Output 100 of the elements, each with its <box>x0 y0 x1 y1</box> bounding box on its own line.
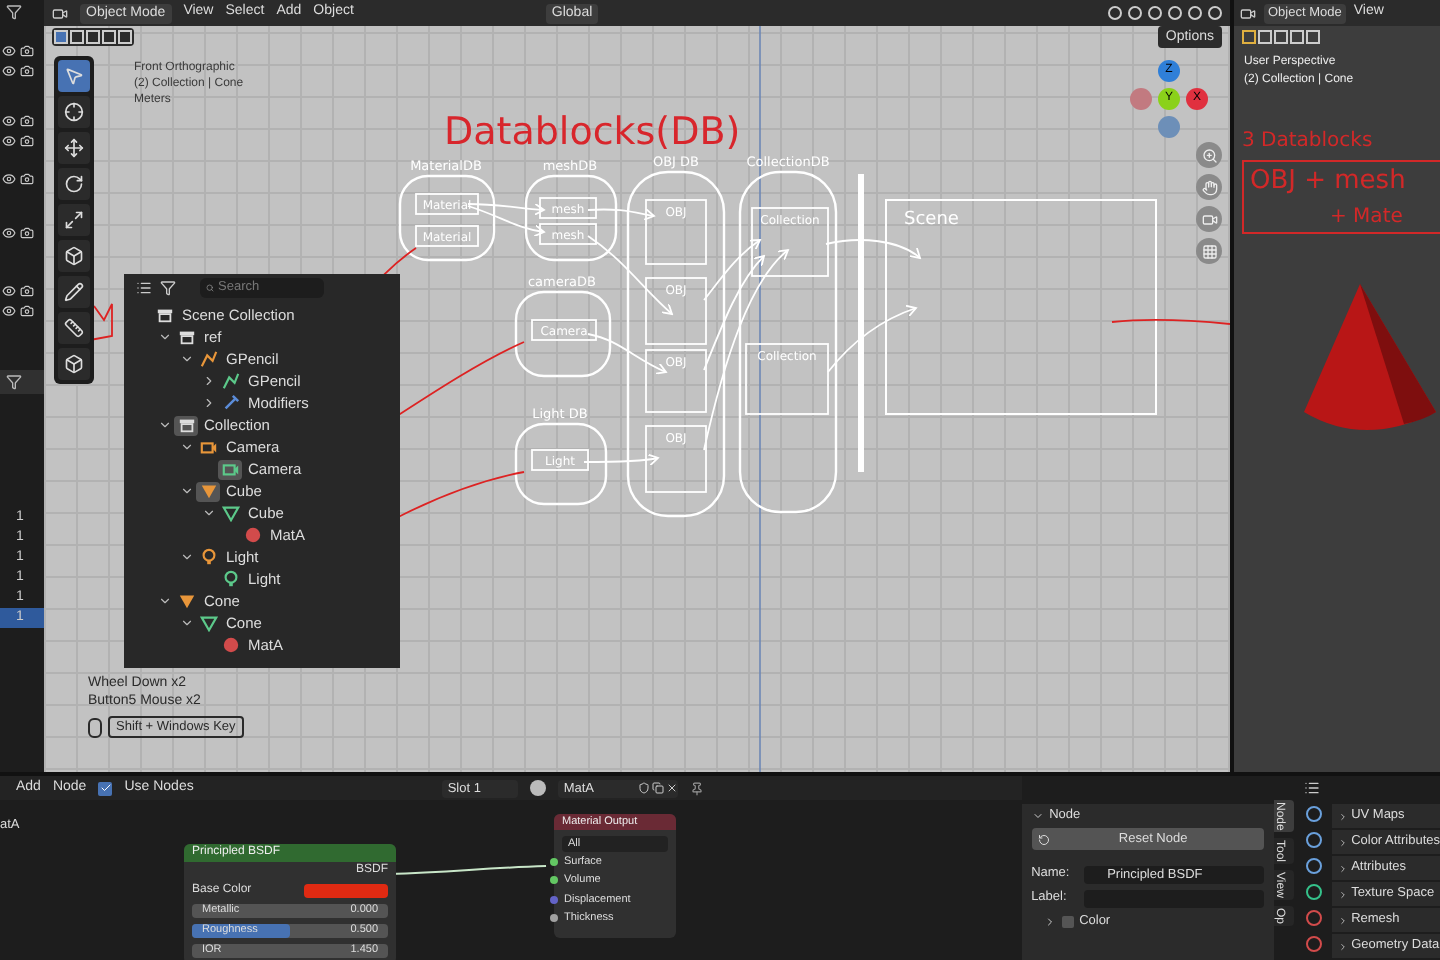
chevron-right-icon <box>1337 863 1348 873</box>
rotate-icon[interactable] <box>58 168 90 200</box>
chevron-right-icon <box>1337 915 1348 925</box>
editor-type-icon[interactable] <box>1240 5 1256 21</box>
camera-icon[interactable] <box>20 284 34 298</box>
chevron-right-icon <box>1337 889 1348 899</box>
wrench-icon <box>221 394 239 412</box>
axis-handle[interactable] <box>1130 88 1152 110</box>
move-icon[interactable] <box>58 132 90 164</box>
camera-icon[interactable] <box>20 64 34 78</box>
scale-icon[interactable] <box>58 204 90 236</box>
database-outline <box>514 290 612 378</box>
copy-icon[interactable] <box>651 782 664 794</box>
transform-icon[interactable] <box>58 240 90 272</box>
chevron-right-icon <box>1337 811 1348 821</box>
zoom-icon[interactable] <box>1196 142 1222 168</box>
color-checkbox[interactable] <box>1061 916 1074 928</box>
triangle-icon <box>177 592 195 610</box>
axis-handle[interactable] <box>1158 116 1180 138</box>
camera-icon[interactable] <box>20 226 34 240</box>
annotation-line <box>1111 318 1230 325</box>
chevron-down-icon[interactable] <box>201 506 215 520</box>
block-outline <box>539 223 597 245</box>
display-mode-icon[interactable] <box>136 280 152 296</box>
eye-icon[interactable] <box>2 44 16 58</box>
handwritten-note: 3 Datablocks <box>1242 128 1375 156</box>
camera-icon[interactable] <box>20 172 34 186</box>
add-cube-icon[interactable] <box>58 348 90 380</box>
pencil-object-icon <box>199 350 217 368</box>
search-icon <box>206 282 214 294</box>
color-swatch[interactable] <box>304 883 388 897</box>
database-outline <box>398 174 496 262</box>
mesh-icon <box>221 504 239 522</box>
collection-icon <box>177 328 195 346</box>
block-outline <box>415 193 479 215</box>
eye-icon[interactable] <box>2 226 16 240</box>
eye-icon[interactable] <box>2 114 16 128</box>
eye-icon[interactable] <box>2 304 16 318</box>
chevron-down-icon[interactable] <box>179 550 193 564</box>
bulb-icon <box>199 548 217 566</box>
filter-icon[interactable] <box>6 374 22 390</box>
camera-icon <box>199 438 217 456</box>
chevron-down-icon[interactable] <box>157 418 171 432</box>
chevron-down-icon[interactable] <box>179 616 193 630</box>
camera-icon[interactable] <box>20 304 34 318</box>
hand-icon[interactable] <box>1196 174 1222 200</box>
select-tool-icon[interactable] <box>58 60 90 92</box>
sphere-icon <box>221 636 239 654</box>
eye-icon[interactable] <box>2 64 16 78</box>
chevron-right-icon[interactable] <box>1043 916 1056 928</box>
eye-icon[interactable] <box>2 172 16 186</box>
eye-icon[interactable] <box>2 284 16 298</box>
camera-icon[interactable] <box>20 44 34 58</box>
block-outline <box>531 319 597 341</box>
chevron-down-icon[interactable] <box>179 440 193 454</box>
pin-icon[interactable] <box>689 781 704 795</box>
block-outline <box>645 349 707 413</box>
editor-type-icon[interactable] <box>1303 780 1320 796</box>
block-outline <box>531 449 589 471</box>
block-outline <box>751 207 829 277</box>
reset-icon <box>1037 833 1050 845</box>
chevron-right-icon[interactable] <box>201 374 215 388</box>
scene-label: Scene <box>904 210 959 230</box>
grid-icon[interactable] <box>1196 238 1222 264</box>
chevron-down-icon[interactable] <box>179 484 193 498</box>
cursor-icon[interactable] <box>58 96 90 128</box>
editor-type-icon[interactable] <box>52 5 68 21</box>
block-outline <box>745 343 829 415</box>
handwritten-note: + Mate <box>1330 203 1405 231</box>
ruler-icon[interactable] <box>58 312 90 344</box>
handwritten-note: OBJ + mesh <box>1250 164 1408 200</box>
chevron-down-icon[interactable] <box>157 594 171 608</box>
block-outline <box>415 225 479 247</box>
block-outline <box>539 197 597 219</box>
block-outline <box>645 199 707 265</box>
sphere-icon <box>243 526 261 544</box>
bulb-icon <box>221 570 239 588</box>
database-outline <box>524 174 618 262</box>
chevron-right-icon <box>1337 837 1348 847</box>
chevron-down-icon[interactable] <box>1031 810 1044 822</box>
pencil-icon[interactable] <box>58 276 90 308</box>
scribble-mark <box>89 303 113 341</box>
block-outline <box>645 425 707 493</box>
eye-icon[interactable] <box>2 134 16 148</box>
diagram-title: Datablocks(DB) <box>444 110 741 154</box>
filter-icon[interactable] <box>160 280 176 296</box>
use-nodes-checkbox[interactable] <box>98 781 113 795</box>
filter-icon[interactable] <box>6 4 22 20</box>
shield-icon[interactable] <box>637 782 650 794</box>
chevron-down-icon[interactable] <box>157 330 171 344</box>
pencil-data-icon <box>221 372 239 390</box>
camera-icon[interactable] <box>20 134 34 148</box>
block-outline <box>645 277 707 345</box>
mesh-icon <box>199 614 217 632</box>
close-icon[interactable] <box>665 782 678 794</box>
chevron-down-icon[interactable] <box>179 352 193 366</box>
mouse-icon <box>88 717 102 737</box>
chevron-right-icon <box>1337 941 1348 951</box>
chevron-right-icon[interactable] <box>201 396 215 410</box>
camera-icon[interactable] <box>20 114 34 128</box>
